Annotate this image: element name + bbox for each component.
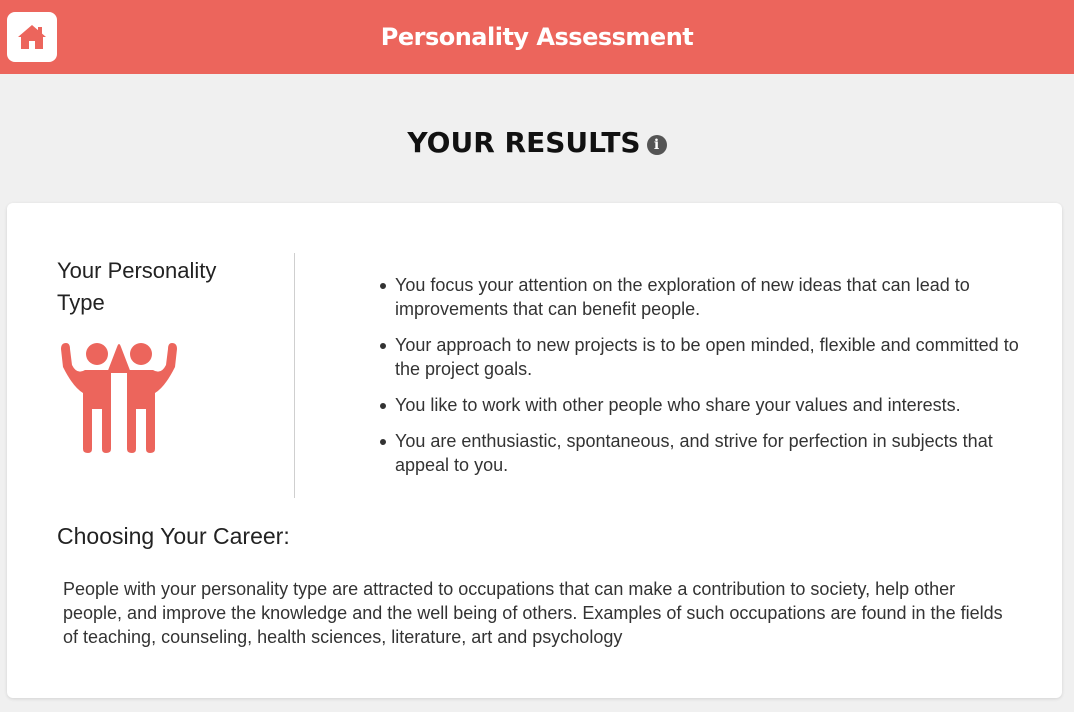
results-heading: YOUR RESULTS i <box>0 126 1074 159</box>
app-title: Personality Assessment <box>380 23 694 51</box>
trait-item: You like to work with other people who s… <box>379 393 1029 417</box>
career-description: People with your personality type are at… <box>63 579 1003 647</box>
trait-item: Your approach to new projects is to be o… <box>379 333 1029 381</box>
career-heading: Choosing Your Career: <box>57 523 290 549</box>
results-card: Your Personality Type You focus your att… <box>7 203 1062 698</box>
info-icon[interactable]: i <box>646 134 667 155</box>
results-title: YOUR RESULTS <box>407 126 641 159</box>
app-header: Personality Assessment <box>0 0 1074 74</box>
section-divider <box>294 253 295 498</box>
trait-item: You are enthusiastic, spontaneous, and s… <box>379 429 1029 477</box>
traits-list: You focus your attention on the explorat… <box>379 273 1029 489</box>
trait-item: You focus your attention on the explorat… <box>379 273 1029 321</box>
home-icon <box>18 25 46 49</box>
personality-type-label: Your Personality Type <box>57 258 217 315</box>
two-people-cheering-icon <box>61 343 177 453</box>
home-button[interactable] <box>7 12 57 62</box>
